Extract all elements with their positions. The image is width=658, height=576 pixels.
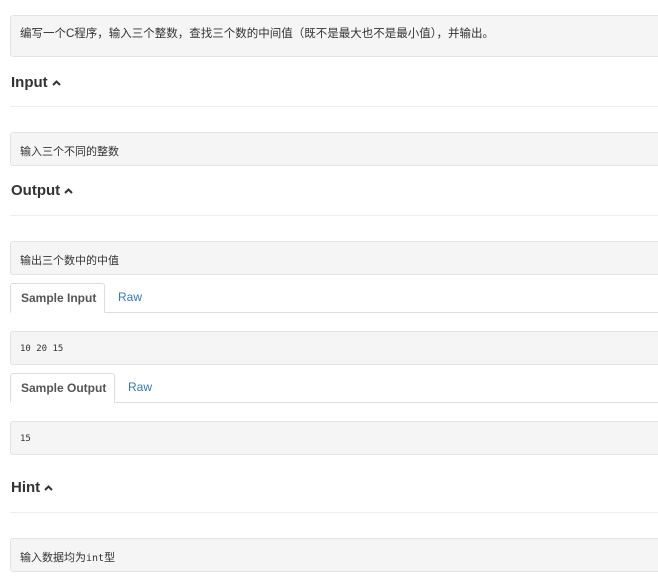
sample-output-tabs: Sample Output Raw xyxy=(10,373,658,403)
problem-description-box: 编写一个C程序，输入三个整数，查找三个数的中间值（既不是最大也不是最小值），并输… xyxy=(10,15,658,57)
hint-content-suffix: 型 xyxy=(104,552,116,564)
input-content: 输入三个不同的整数 xyxy=(20,146,119,158)
caret-up-icon[interactable] xyxy=(44,478,53,496)
tab-sample-input[interactable]: Sample Input xyxy=(10,283,105,313)
input-heading[interactable]: Input xyxy=(11,74,61,92)
sample-output-content: 15 xyxy=(20,434,31,444)
sample-output-box: 15 xyxy=(10,421,658,455)
hint-divider xyxy=(10,512,658,513)
output-heading-label: Output xyxy=(11,182,61,199)
tab-sample-output[interactable]: Sample Output xyxy=(10,373,115,403)
caret-up-icon[interactable] xyxy=(51,73,61,91)
hint-content-prefix: 输入数据均为 xyxy=(20,552,86,564)
output-divider xyxy=(10,215,658,216)
sample-input-tabs: Sample Input Raw xyxy=(10,283,658,313)
hint-heading[interactable]: Hint xyxy=(11,479,53,497)
output-heading[interactable]: Output xyxy=(11,182,73,200)
output-content-box: 输出三个数中的中值 xyxy=(10,241,658,275)
output-content: 输出三个数中的中值 xyxy=(20,255,119,267)
problem-description: 编写一个C程序，输入三个整数，查找三个数的中间值（既不是最大也不是最小值），并输… xyxy=(20,28,495,40)
sample-input-box: 10 20 15 xyxy=(10,331,658,365)
hint-content-box: 输入数据均为int型 xyxy=(10,538,658,572)
problem-page: 编写一个C程序，输入三个整数，查找三个数的中间值（既不是最大也不是最小值），并输… xyxy=(0,0,658,576)
hint-heading-label: Hint xyxy=(11,479,41,496)
sample-input-content: 10 20 15 xyxy=(20,344,64,354)
caret-up-icon[interactable] xyxy=(64,181,73,199)
input-heading-label: Input xyxy=(11,74,48,91)
hint-content-code: int xyxy=(86,553,105,564)
sample-output-raw-link[interactable]: Raw xyxy=(128,373,152,403)
sample-input-raw-link[interactable]: Raw xyxy=(118,283,142,313)
input-divider xyxy=(10,106,658,107)
input-content-box: 输入三个不同的整数 xyxy=(10,132,658,166)
hint-content: 输入数据均为int型 xyxy=(20,549,115,565)
